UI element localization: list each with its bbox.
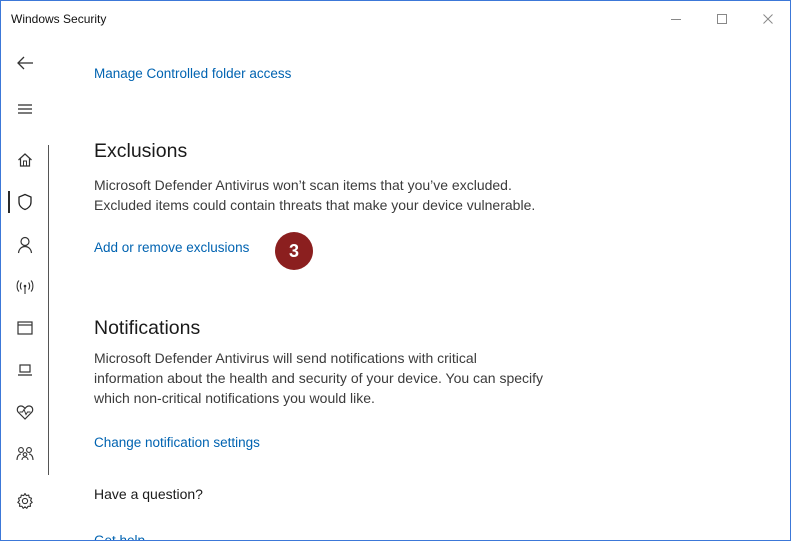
change-notification-settings-link[interactable]: Change notification settings (94, 435, 260, 450)
gear-icon (17, 492, 33, 509)
back-button[interactable] (5, 45, 45, 81)
navigation-sidebar (1, 37, 49, 540)
minimize-button[interactable] (653, 5, 699, 33)
window-title: Windows Security (11, 12, 107, 26)
device-security-icon (18, 364, 32, 376)
app-browser-icon (17, 321, 33, 335)
get-help-link[interactable]: Get help (94, 533, 145, 540)
notifications-heading: Notifications (94, 317, 201, 339)
close-button[interactable] (745, 5, 790, 33)
step-callout-badge: 3 (275, 232, 313, 270)
shield-icon (18, 193, 32, 211)
nav-item-virus-protection[interactable] (5, 184, 45, 220)
notifications-description-line: which non-critical notifications you wou… (94, 390, 375, 406)
minimize-icon (671, 19, 681, 20)
close-icon (763, 14, 773, 24)
add-or-remove-exclusions-link[interactable]: Add or remove exclusions (94, 240, 249, 255)
settings-button[interactable] (5, 483, 45, 519)
exclusions-description-line: Excluded items could contain threats tha… (94, 197, 536, 213)
hamburger-menu-icon (18, 104, 32, 114)
nav-item-app-browser-control[interactable] (5, 310, 45, 346)
home-icon (18, 153, 32, 167)
nav-divider (48, 145, 49, 475)
nav-item-device-security[interactable] (5, 352, 45, 388)
nav-item-firewall[interactable] (5, 269, 45, 305)
family-options-icon (16, 447, 34, 461)
maximize-button[interactable] (699, 5, 745, 33)
menu-button[interactable] (5, 91, 45, 127)
nav-item-account-protection[interactable] (5, 227, 45, 263)
notifications-description: Microsoft Defender Antivirus will send n… (94, 348, 654, 408)
nav-item-home[interactable] (5, 142, 45, 178)
windows-security-window: Windows Security Manage Controlled folde… (0, 0, 791, 541)
back-arrow-icon (17, 56, 33, 70)
exclusions-description: Microsoft Defender Antivirus won’t scan … (94, 175, 654, 215)
nav-item-device-performance-health[interactable] (5, 394, 45, 430)
notifications-description-line: Microsoft Defender Antivirus will send n… (94, 350, 477, 366)
firewall-network-icon (16, 280, 34, 294)
maximize-icon (717, 14, 727, 24)
exclusions-heading: Exclusions (94, 140, 188, 162)
manage-controlled-folder-access-link[interactable]: Manage Controlled folder access (94, 66, 291, 81)
account-icon (17, 236, 33, 254)
exclusions-description-line: Microsoft Defender Antivirus won’t scan … (94, 177, 512, 193)
device-health-icon (16, 405, 34, 420)
nav-item-family-options[interactable] (5, 435, 45, 471)
notifications-description-line: information about the health and securit… (94, 370, 544, 386)
title-bar[interactable]: Windows Security (1, 1, 790, 37)
have-a-question-heading: Have a question? (94, 486, 203, 502)
